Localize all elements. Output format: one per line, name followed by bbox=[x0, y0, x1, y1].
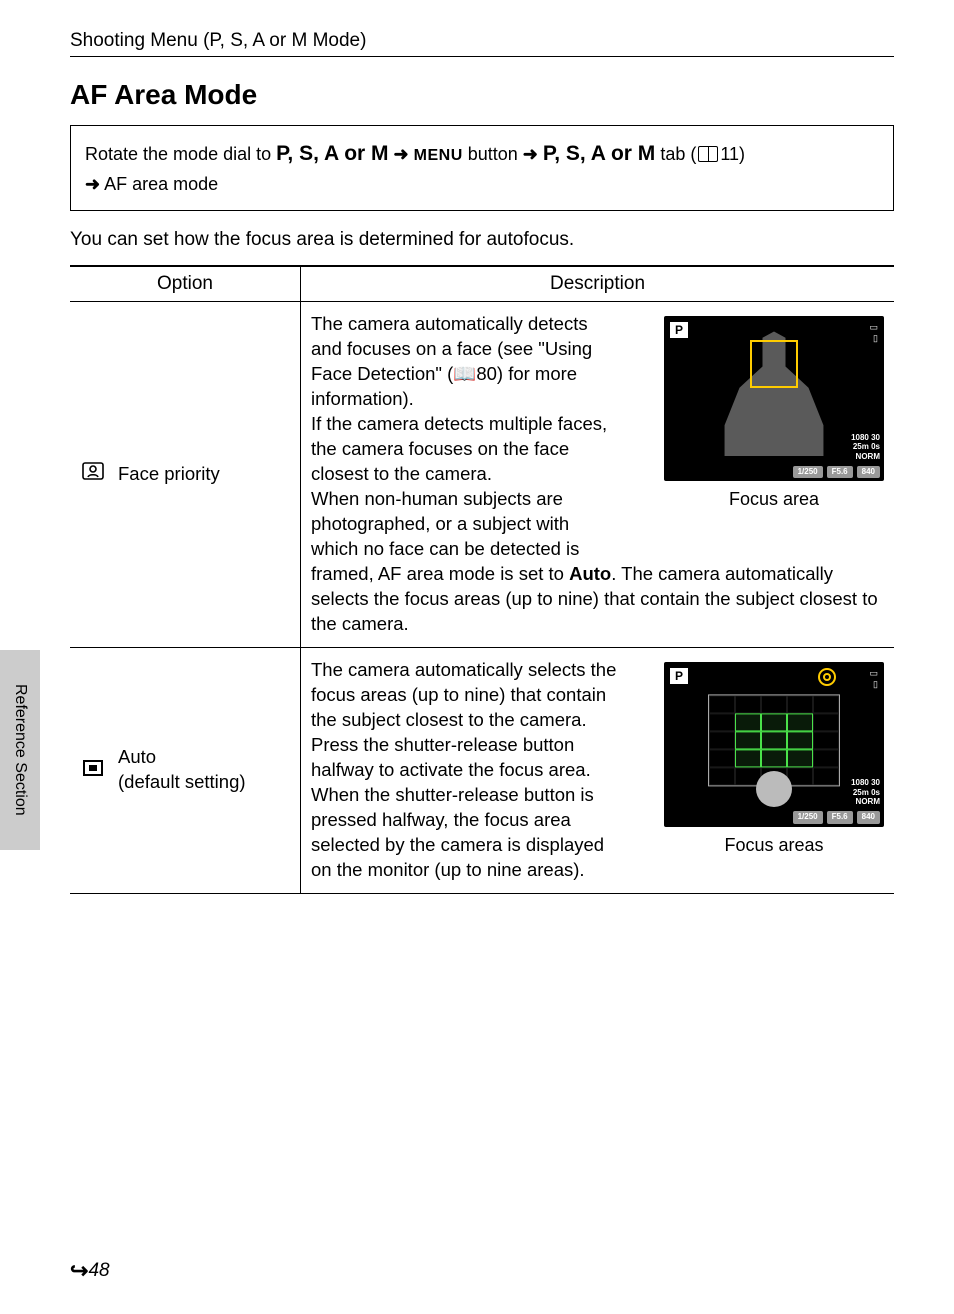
option-label: Auto (default setting) bbox=[118, 745, 246, 795]
focus-bracket bbox=[750, 340, 798, 388]
lcd-preview-face: P ▭▯ 1080 30 25m 0s NORM 1/250 bbox=[664, 316, 884, 511]
book-icon bbox=[698, 146, 718, 162]
option-label: Face priority bbox=[118, 462, 220, 487]
battery-icon: ▭▯ bbox=[869, 322, 878, 344]
subject-icon bbox=[756, 771, 792, 807]
page-footer: ↪48 bbox=[70, 1258, 110, 1284]
battery-icon: ▭▯ bbox=[869, 668, 878, 690]
auto-area-icon bbox=[80, 758, 106, 783]
af-area-table: Option Description Face priority P bbox=[70, 265, 894, 893]
face-priority-icon bbox=[80, 462, 106, 487]
page-header: Shooting Menu (P, S, A or M Mode) bbox=[70, 30, 894, 57]
target-icon bbox=[818, 668, 836, 686]
col-option: Option bbox=[70, 266, 301, 302]
table-row: Face priority P ▭▯ 1080 30 25m 0s bbox=[70, 302, 894, 648]
lcd-preview-auto: P ▭▯ 1080 bbox=[664, 662, 884, 857]
description-text: framed, AF area mode is set to Auto. The… bbox=[311, 562, 884, 637]
description-text: The camera automatically selects the foc… bbox=[311, 658, 620, 883]
reference-icon: ↪ bbox=[70, 1258, 88, 1283]
navigation-box: Rotate the mode dial to P, S, A or M ➜ M… bbox=[70, 125, 894, 211]
table-row: Auto (default setting) P ▭▯ bbox=[70, 648, 894, 894]
col-description: Description bbox=[301, 266, 895, 302]
description-text: The camera automatically detects and foc… bbox=[311, 312, 620, 562]
section-title: AF Area Mode bbox=[70, 79, 894, 111]
intro-text: You can set how the focus area is determ… bbox=[70, 229, 894, 251]
